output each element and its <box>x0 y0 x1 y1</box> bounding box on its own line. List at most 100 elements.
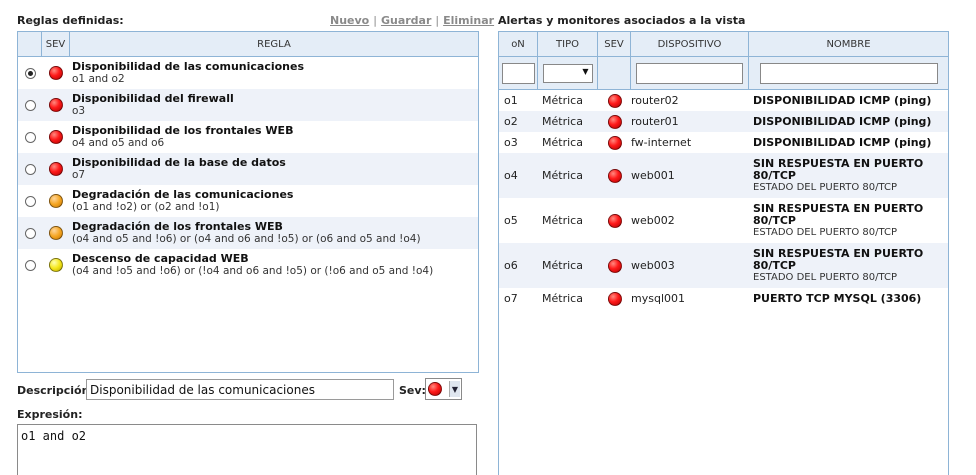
rule-expression: (o4 and o5 and !o6) or (o4 and o6 and !o… <box>72 233 421 245</box>
monitor-id: o1 <box>504 94 518 107</box>
severity-red-icon <box>607 291 622 306</box>
monitor-name: PUERTO TCP MYSQL (3306) <box>753 291 922 305</box>
rule-actions: Nuevo | Guardar | Eliminar <box>330 14 495 27</box>
header-dispositivo: DISPOSITIVO <box>631 32 749 56</box>
monitor-tipo: Métrica <box>542 214 583 227</box>
new-rule-link[interactable]: Nuevo <box>330 14 369 27</box>
monitor-name: SIN RESPUESTA EN PUERTO 80/TCP <box>753 246 924 272</box>
rule-expression: (o1 and !o2) or (o2 and !o1) <box>72 201 220 213</box>
rule-expression: o1 and o2 <box>72 73 125 85</box>
severity-orange-icon <box>49 226 63 240</box>
monitors-table-body: o1 Métrica router02 DISPONIBILIDAD ICMP (pi… <box>499 90 948 309</box>
monitors-table-header: oN TIPO SEV DISPOSITIVO NOMBRE <box>499 32 948 57</box>
save-rule-link[interactable]: Guardar <box>381 14 431 27</box>
header-tipo: TIPO <box>538 32 598 56</box>
chevron-down-icon: ▼ <box>449 381 460 397</box>
monitor-tipo: Métrica <box>542 292 583 305</box>
rule-row[interactable]: Disponibilidad de los frontales WEB o4 an… <box>18 121 478 153</box>
severity-red-icon <box>428 382 442 396</box>
monitor-subtitle: ESTADO DEL PUERTO 80/TCP <box>753 226 898 238</box>
rule-radio[interactable] <box>24 259 36 271</box>
monitors-table: oN TIPO SEV DISPOSITIVO NOMBRE o1 Métrica… <box>498 31 949 475</box>
rules-table-body: Disponibilidad de las comunicaciones o1 a… <box>18 57 478 281</box>
monitor-device: web002 <box>631 214 675 227</box>
severity-orange-icon <box>49 194 63 208</box>
monitor-row[interactable]: o7 Métrica mysql001 PUERTO TCP MYSQL (3306) <box>499 288 948 309</box>
rule-expression: o4 and o5 and o6 <box>72 137 165 149</box>
monitor-device: web003 <box>631 259 675 272</box>
monitor-id: o5 <box>504 214 518 227</box>
monitor-id: o3 <box>504 136 518 149</box>
monitor-device: mysql001 <box>631 292 685 305</box>
monitor-tipo: Métrica <box>542 115 583 128</box>
monitor-device: router02 <box>631 94 679 107</box>
header-on: oN <box>499 32 538 56</box>
monitor-tipo: Métrica <box>542 136 583 149</box>
rules-title: Reglas definidas: <box>17 14 124 27</box>
filter-row <box>499 57 948 90</box>
rule-radio[interactable] <box>24 131 36 143</box>
header-sev: SEV <box>598 32 631 56</box>
filter-tipo-select[interactable] <box>542 63 593 83</box>
header-nombre: NOMBRE <box>826 38 871 50</box>
rule-row[interactable]: Descenso de capacidad WEB (o4 and !o5 and… <box>18 249 478 281</box>
rule-radio[interactable] <box>24 163 36 175</box>
rule-name: Disponibilidad del firewall <box>72 92 234 105</box>
rule-radio[interactable] <box>24 99 36 111</box>
severity-red-icon <box>607 168 622 183</box>
rule-radio[interactable] <box>24 67 36 79</box>
monitor-row[interactable]: o6 Métrica web003 SIN RESPUESTA EN PUERTO 8… <box>499 243 948 288</box>
severity-red-icon <box>607 135 622 150</box>
monitor-device: web001 <box>631 169 675 182</box>
description-label: Descripción: <box>17 384 94 397</box>
rule-name: Disponibilidad de los frontales WEB <box>72 124 294 137</box>
monitor-tipo: Métrica <box>542 94 583 107</box>
severity-red-icon <box>49 98 63 112</box>
severity-red-icon <box>49 66 63 80</box>
rule-row[interactable]: Disponibilidad de las comunicaciones o1 a… <box>18 57 478 89</box>
monitor-name: SIN RESPUESTA EN PUERTO 80/TCP <box>753 156 924 182</box>
rule-radio[interactable] <box>24 195 36 207</box>
monitor-tipo: Métrica <box>542 169 583 182</box>
monitors-title: Alertas y monitores asociados a la vista <box>498 14 746 27</box>
delete-rule-link[interactable]: Eliminar <box>443 14 494 27</box>
filter-nombre-input[interactable] <box>759 62 938 84</box>
monitor-row[interactable]: o5 Métrica web002 SIN RESPUESTA EN PUERTO 8… <box>499 198 948 243</box>
header-select-column <box>18 32 42 56</box>
severity-yellow-icon <box>49 258 63 272</box>
severity-red-icon <box>607 114 622 129</box>
filter-on-input[interactable] <box>501 62 535 84</box>
rule-radio[interactable] <box>24 227 36 239</box>
monitor-row[interactable]: o1 Métrica router02 DISPONIBILIDAD ICMP (pi… <box>499 90 948 111</box>
monitor-name: DISPONIBILIDAD ICMP (ping) <box>753 93 932 107</box>
monitor-device: fw-internet <box>631 136 692 149</box>
sev-select[interactable]: ▼ <box>425 378 462 400</box>
severity-red-icon <box>49 162 63 176</box>
monitor-row[interactable]: o4 Métrica web001 SIN RESPUESTA EN PUERTO 8… <box>499 153 948 198</box>
rules-table-header: SEV REGLA <box>18 32 478 57</box>
filter-dispositivo-input[interactable] <box>636 62 743 84</box>
monitor-id: o2 <box>504 115 518 128</box>
severity-red-icon <box>607 258 622 273</box>
monitor-device: router01 <box>631 115 679 128</box>
description-input[interactable] <box>86 379 394 400</box>
rule-name: Degradación de las comunicaciones <box>72 188 294 201</box>
monitor-row[interactable]: o3 Métrica fw-internet DISPONIBILIDAD ICMP … <box>499 132 948 153</box>
severity-red-icon <box>607 93 622 108</box>
monitor-row[interactable]: o2 Métrica router01 DISPONIBILIDAD ICMP (pi… <box>499 111 948 132</box>
expression-textarea[interactable]: o1 and o2 <box>17 424 477 475</box>
rule-expression: o7 <box>72 169 86 181</box>
rule-row[interactable]: Degradación de los frontales WEB (o4 and … <box>18 217 478 249</box>
severity-red-icon <box>607 213 622 228</box>
rule-expression: o3 <box>72 105 86 117</box>
monitor-subtitle: ESTADO DEL PUERTO 80/TCP <box>753 181 898 193</box>
monitor-name: SIN RESPUESTA EN PUERTO 80/TCP <box>753 201 924 227</box>
rule-row[interactable]: Disponibilidad de la base de datos o7 <box>18 153 478 185</box>
monitor-name: DISPONIBILIDAD ICMP (ping) <box>753 135 932 149</box>
rule-name: Descenso de capacidad WEB <box>72 252 249 265</box>
rules-table: SEV REGLA Disponibilidad de las comunica… <box>17 31 479 373</box>
rule-row[interactable]: Disponibilidad del firewall o3 <box>18 89 478 121</box>
rule-row[interactable]: Degradación de las comunicaciones (o1 and… <box>18 185 478 217</box>
monitor-name: DISPONIBILIDAD ICMP (ping) <box>753 114 932 128</box>
header-regla: REGLA <box>257 38 291 50</box>
